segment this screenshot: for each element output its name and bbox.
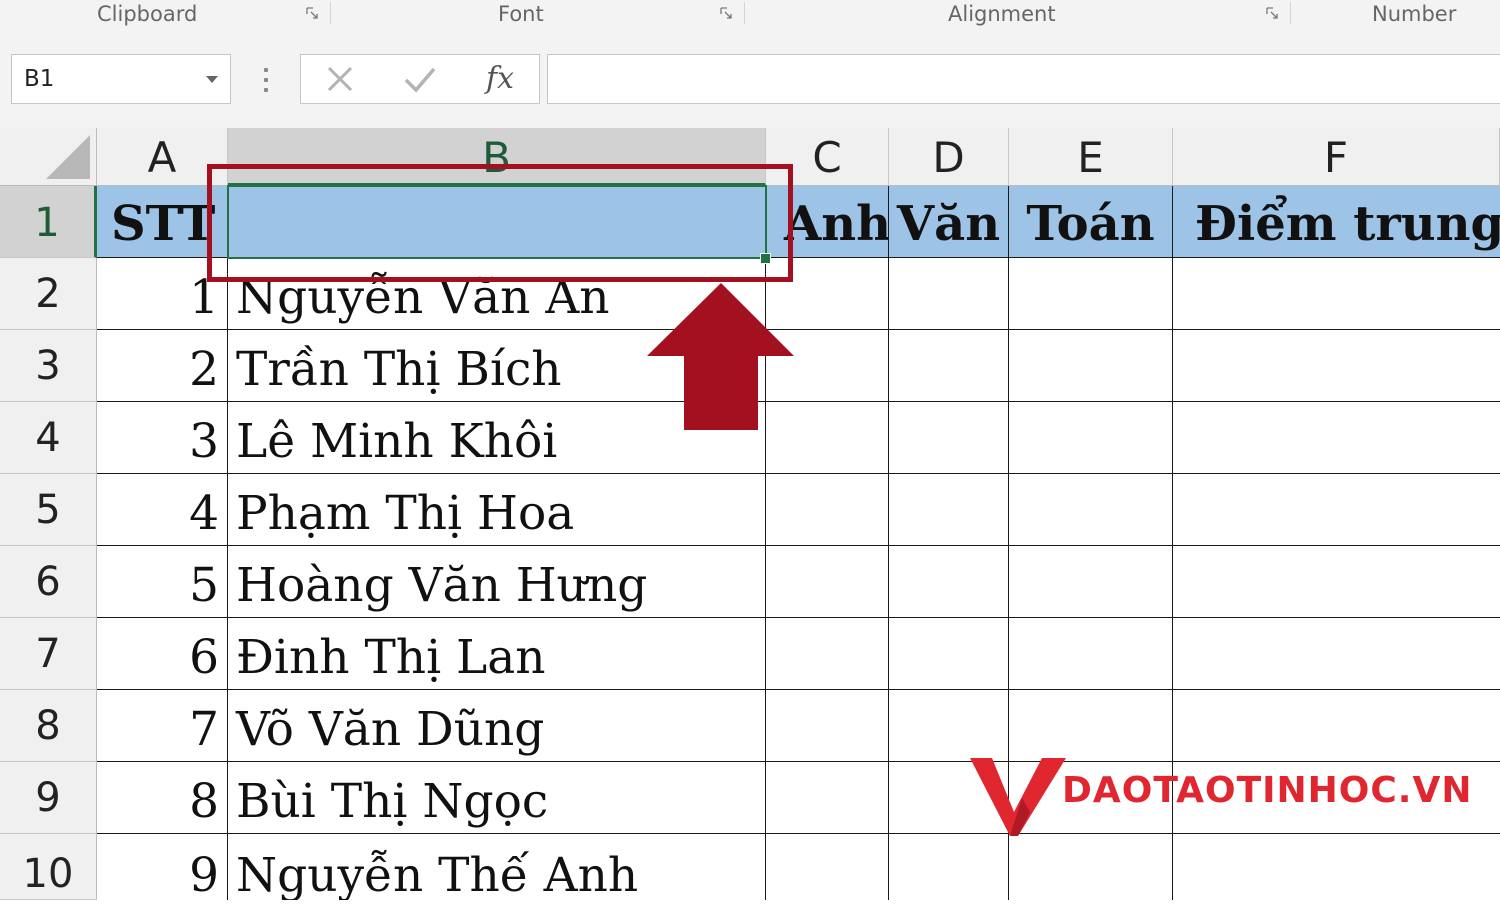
cell-d6[interactable] <box>889 546 1009 618</box>
ribbon-group-alignment: Alignment <box>948 2 1056 26</box>
logo-text: DAOTAOTINHOC.VN <box>1062 770 1473 811</box>
ribbon-group-font: Font <box>498 2 544 26</box>
cell-a9[interactable]: 8 <box>97 762 228 834</box>
cell-d4[interactable] <box>889 402 1009 474</box>
cell-d1[interactable]: Văn <box>889 186 1009 258</box>
cell-d10[interactable] <box>889 834 1009 900</box>
cell-a7[interactable]: 6 <box>97 618 228 690</box>
name-box-value: B1 <box>24 66 55 92</box>
cell-c5[interactable] <box>766 474 889 546</box>
cell-f4[interactable] <box>1173 402 1500 474</box>
cell-d7[interactable] <box>889 618 1009 690</box>
column-header-e[interactable]: E <box>1009 128 1173 186</box>
cell-f7[interactable] <box>1173 618 1500 690</box>
dialog-launcher-icon[interactable] <box>1266 7 1278 19</box>
ribbon-divider <box>1290 2 1291 24</box>
cell-e10[interactable] <box>1009 834 1173 900</box>
cell-f5[interactable] <box>1173 474 1500 546</box>
ribbon-divider <box>744 2 745 24</box>
close-icon[interactable] <box>315 55 365 103</box>
cell-f10[interactable] <box>1173 834 1500 900</box>
cell-b9[interactable]: Bùi Thị Ngọc <box>228 762 766 834</box>
row-header-9[interactable]: 9 <box>0 762 97 834</box>
chevron-down-icon[interactable] <box>206 76 218 83</box>
cell-a10[interactable]: 9 <box>97 834 228 900</box>
check-icon[interactable] <box>395 55 445 103</box>
column-header-f[interactable]: F <box>1173 128 1500 186</box>
row-header-10[interactable]: 10 <box>0 834 97 900</box>
cell-c7[interactable] <box>766 618 889 690</box>
ribbon-group-labels: Clipboard Font Alignment Number <box>0 0 1500 31</box>
ribbon-divider <box>330 2 331 24</box>
formula-bar: B1 fx <box>0 30 1500 128</box>
cell-a8[interactable]: 7 <box>97 690 228 762</box>
row-header-7[interactable]: 7 <box>0 618 97 690</box>
cell-e7[interactable] <box>1009 618 1173 690</box>
row-header-2[interactable]: 2 <box>0 258 97 330</box>
cell-b5[interactable]: Phạm Thị Hoa <box>228 474 766 546</box>
cell-c6[interactable] <box>766 546 889 618</box>
cell-d5[interactable] <box>889 474 1009 546</box>
cell-b6[interactable]: Hoàng Văn Hưng <box>228 546 766 618</box>
insert-function-button[interactable]: fx <box>475 55 525 103</box>
cell-a4[interactable]: 3 <box>97 402 228 474</box>
cell-f1[interactable]: Điểm trung bì <box>1173 186 1500 258</box>
formula-buttons: fx <box>300 54 540 104</box>
row-header-6[interactable]: 6 <box>0 546 97 618</box>
cell-e3[interactable] <box>1009 330 1173 402</box>
cell-b7[interactable]: Đinh Thị Lan <box>228 618 766 690</box>
cell-f2[interactable] <box>1173 258 1500 330</box>
cell-a5[interactable]: 4 <box>97 474 228 546</box>
cell-b8[interactable]: Võ Văn Dũng <box>228 690 766 762</box>
cell-e6[interactable] <box>1009 546 1173 618</box>
row-header-4[interactable]: 4 <box>0 402 97 474</box>
cell-f3[interactable] <box>1173 330 1500 402</box>
cell-c8[interactable] <box>766 690 889 762</box>
column-header-d[interactable]: D <box>889 128 1009 186</box>
row-header-5[interactable]: 5 <box>0 474 97 546</box>
cell-e1[interactable]: Toán <box>1009 186 1173 258</box>
name-box[interactable]: B1 <box>11 54 231 104</box>
ribbon-group-number: Number <box>1372 2 1457 26</box>
logo-mark-icon <box>970 758 1066 836</box>
cell-f6[interactable] <box>1173 546 1500 618</box>
ribbon-group-clipboard: Clipboard <box>97 2 198 26</box>
highlight-box <box>207 164 793 282</box>
dialog-launcher-icon[interactable] <box>306 7 318 19</box>
formula-input[interactable] <box>547 54 1500 104</box>
row-header-3[interactable]: 3 <box>0 330 97 402</box>
row-header-1[interactable]: 1 <box>0 186 97 258</box>
cell-e4[interactable] <box>1009 402 1173 474</box>
dialog-launcher-icon[interactable] <box>720 7 732 19</box>
cell-e5[interactable] <box>1009 474 1173 546</box>
select-all-button[interactable] <box>0 128 97 186</box>
cell-d3[interactable] <box>889 330 1009 402</box>
logo: DAOTAOTINHOC.VN <box>970 752 1490 842</box>
cell-d2[interactable] <box>889 258 1009 330</box>
cell-c9[interactable] <box>766 762 889 834</box>
grip-icon[interactable] <box>264 68 268 92</box>
arrow-up-icon <box>647 283 794 430</box>
cell-a3[interactable]: 2 <box>97 330 228 402</box>
row-header-8[interactable]: 8 <box>0 690 97 762</box>
cell-a6[interactable]: 5 <box>97 546 228 618</box>
cell-c10[interactable] <box>766 834 889 900</box>
cell-e2[interactable] <box>1009 258 1173 330</box>
cell-b10[interactable]: Nguyễn Thế Anh <box>228 834 766 900</box>
